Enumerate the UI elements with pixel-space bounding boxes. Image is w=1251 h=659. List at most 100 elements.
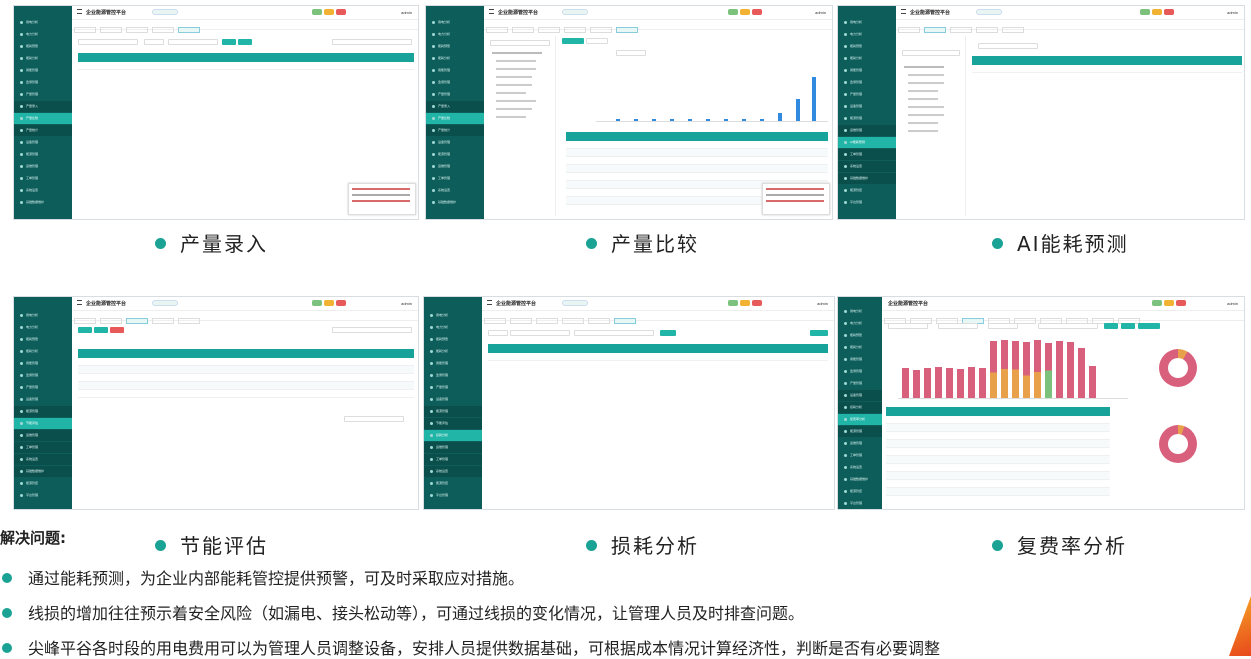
table-row[interactable]	[488, 353, 828, 361]
table-row[interactable]	[886, 480, 1110, 488]
sidebar-item[interactable]: 系统设置	[424, 466, 482, 477]
search-input[interactable]	[332, 327, 412, 333]
sidebar-item[interactable]: 设备管理	[14, 394, 72, 405]
sidebar-item[interactable]: 能源管理	[838, 426, 882, 437]
sidebar-item[interactable]: 工单管理	[14, 442, 72, 453]
sidebar-item[interactable]: 产量管理	[14, 89, 72, 100]
table-row[interactable]	[886, 440, 1110, 448]
sidebar-item[interactable]: 用电分析	[426, 17, 484, 28]
tree-search-input[interactable]	[902, 50, 960, 56]
sidebar-item[interactable]: 基础数据维护	[14, 197, 72, 208]
tab[interactable]	[1002, 27, 1024, 33]
sidebar-item[interactable]: 能耗预警	[424, 334, 482, 345]
tab[interactable]	[538, 27, 560, 33]
factory-select[interactable]	[152, 9, 178, 15]
tab[interactable]	[126, 27, 148, 33]
tab-chart[interactable]	[562, 38, 584, 44]
add-button[interactable]	[78, 327, 92, 333]
sidebar-item[interactable]: 设备管理	[424, 394, 482, 405]
table-row[interactable]	[78, 390, 414, 398]
hamburger-icon[interactable]	[487, 300, 492, 305]
export-button[interactable]	[810, 330, 828, 336]
sidebar-item[interactable]: 能源管理	[426, 149, 484, 160]
hamburger-icon[interactable]	[77, 300, 82, 305]
sidebar-item[interactable]: 工单管理	[838, 450, 882, 461]
sidebar-item[interactable]: 工单管理	[14, 173, 72, 184]
sidebar-item[interactable]: 设备管理	[14, 137, 72, 148]
sidebar-item[interactable]: 工单管理	[424, 454, 482, 465]
sidebar-item[interactable]: 用能管理	[838, 354, 882, 365]
user-name[interactable]: admin	[401, 301, 412, 306]
sidebar-item[interactable]: 能耗预警	[426, 41, 484, 52]
sidebar-item[interactable]: 运维管理	[426, 161, 484, 172]
sidebar-item[interactable]: 设备管理	[426, 137, 484, 148]
hamburger-icon[interactable]	[901, 9, 906, 14]
sidebar-item-active[interactable]: 损耗分析	[424, 430, 482, 441]
sidebar-item[interactable]: 能源管控	[838, 185, 896, 196]
table-row[interactable]	[972, 65, 1242, 73]
table-row[interactable]	[886, 464, 1110, 472]
sidebar-item[interactable]: 设备管理	[838, 101, 896, 112]
sidebar-item[interactable]: 能耗预警	[14, 41, 72, 52]
tab[interactable]	[152, 27, 174, 33]
sidebar-item[interactable]: 能耗分析	[14, 346, 72, 357]
sidebar-item[interactable]: 平台管理	[838, 498, 882, 509]
table-row[interactable]	[566, 149, 828, 157]
table-row[interactable]	[78, 366, 414, 374]
sidebar-item[interactable]: 能耗分析	[838, 342, 882, 353]
sidebar-item[interactable]: 能源管控	[838, 486, 882, 497]
table-row[interactable]	[78, 374, 414, 382]
sidebar-item[interactable]: 电力分析	[14, 29, 72, 40]
tab[interactable]	[562, 318, 584, 324]
sidebar-item[interactable]: 电力分析	[426, 29, 484, 40]
tab[interactable]	[486, 27, 508, 33]
sidebar-item[interactable]: 基础数据维护	[426, 197, 484, 208]
sidebar-item[interactable]: 用电分析	[838, 17, 896, 28]
table-row[interactable]	[886, 424, 1110, 432]
sidebar-item[interactable]: 运维管理	[14, 430, 72, 441]
sidebar-item[interactable]: 平台管理	[424, 490, 482, 501]
sidebar-item[interactable]: 用电分析	[838, 306, 882, 317]
sidebar-item[interactable]: 运维管理	[424, 442, 482, 453]
alert-popup[interactable]	[762, 183, 830, 215]
meter-select[interactable]	[510, 330, 570, 336]
tab-active[interactable]	[126, 318, 148, 324]
period-select[interactable]	[988, 323, 1018, 329]
sidebar-item[interactable]: 工单管理	[838, 149, 896, 160]
date-picker[interactable]	[78, 39, 138, 45]
sidebar-item[interactable]: 基础数据维护	[14, 466, 72, 477]
sidebar-item[interactable]: 能耗预警	[14, 334, 72, 345]
tab[interactable]	[100, 27, 122, 33]
add-button[interactable]	[238, 39, 252, 45]
tab[interactable]	[976, 27, 998, 33]
sidebar-item[interactable]: 运维管理	[14, 161, 72, 172]
tree-search-input[interactable]	[490, 40, 550, 46]
user-name[interactable]: admin	[815, 10, 826, 15]
pagination[interactable]	[344, 416, 404, 422]
table-row[interactable]	[78, 382, 414, 390]
user-name[interactable]: admin	[401, 10, 412, 15]
table-row[interactable]	[886, 488, 1110, 496]
table-row[interactable]	[886, 416, 1110, 424]
search-button[interactable]	[660, 330, 676, 336]
sidebar-item[interactable]: 监测管理	[424, 370, 482, 381]
sidebar-item-active[interactable]: 复费率分析	[838, 414, 882, 425]
filter-select[interactable]	[488, 330, 508, 336]
sidebar-item[interactable]: 电力分析	[838, 29, 896, 40]
tab-active[interactable]	[616, 27, 638, 33]
sidebar-item[interactable]: 监测管理	[838, 77, 896, 88]
tab-active[interactable]	[178, 27, 200, 33]
sidebar-item[interactable]: 能耗分析	[424, 346, 482, 357]
tab[interactable]	[100, 318, 122, 324]
sidebar-item[interactable]: 系统设置	[14, 185, 72, 196]
sidebar-item[interactable]: 产量统计	[14, 125, 72, 136]
sidebar-item[interactable]: 基础数据维护	[838, 474, 882, 485]
factory-select[interactable]	[562, 9, 588, 15]
alert-popup[interactable]	[348, 183, 416, 215]
year-select[interactable]	[616, 50, 646, 56]
sidebar-item[interactable]: 能源管理	[14, 406, 72, 417]
sidebar-item[interactable]: 能耗预警	[838, 330, 882, 341]
sidebar-item[interactable]: 系统设置	[14, 454, 72, 465]
table-row[interactable]	[886, 448, 1110, 456]
meter-select[interactable]	[938, 323, 978, 329]
